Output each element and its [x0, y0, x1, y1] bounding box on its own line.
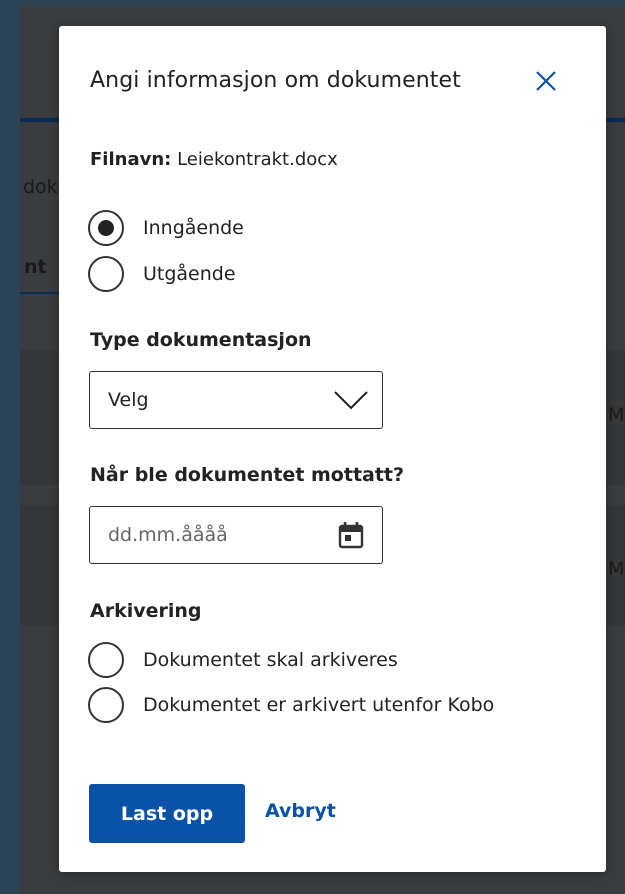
- upload-button[interactable]: Last opp: [89, 784, 245, 843]
- radio-incoming[interactable]: Inngående: [88, 210, 244, 246]
- radio-button[interactable]: [88, 687, 124, 723]
- radio-button[interactable]: [88, 256, 124, 292]
- radio-button[interactable]: [88, 642, 124, 678]
- close-icon: [536, 71, 556, 91]
- radio-archived-outside[interactable]: Dokumentet er arkivert utenfor Kobo: [88, 687, 494, 723]
- calendar-icon[interactable]: [338, 521, 364, 549]
- received-date-label: Når ble dokumentet mottatt?: [90, 464, 405, 486]
- doc-type-label: Type dokumentasjon: [90, 329, 312, 351]
- background-tab-underline: [20, 292, 60, 294]
- dialog-title: Angi informasjon om dokumentet: [90, 68, 461, 93]
- background-header: [20, 0, 625, 6]
- received-date-input[interactable]: [108, 524, 308, 546]
- doc-type-value: Velg: [108, 389, 149, 411]
- radio-archive-now[interactable]: Dokumentet skal arkiveres: [88, 642, 398, 678]
- background-text-fragment: M: [608, 404, 625, 426]
- chevron-down-icon: [334, 391, 368, 410]
- doc-type-select[interactable]: Velg: [89, 371, 383, 429]
- filename-label: Filnavn:: [90, 149, 172, 170]
- received-date-field[interactable]: [89, 506, 383, 564]
- radio-label: Utgående: [143, 263, 236, 285]
- filename-value: Leiekontrakt.docx: [177, 149, 338, 170]
- radio-label: Inngående: [143, 217, 244, 239]
- radio-selected-dot: [98, 220, 114, 236]
- background-text-fragment: dok: [23, 176, 58, 198]
- close-button[interactable]: [531, 66, 561, 96]
- background-sidebar: [0, 0, 20, 894]
- radio-label: Dokumentet skal arkiveres: [143, 649, 398, 671]
- cancel-button[interactable]: Avbryt: [265, 800, 336, 822]
- radio-label: Dokumentet er arkivert utenfor Kobo: [143, 694, 495, 716]
- background-text-fragment: nt: [24, 256, 47, 278]
- filename-line: Filnavn: Leiekontrakt.docx: [90, 149, 338, 170]
- archiving-label: Arkivering: [90, 600, 202, 622]
- radio-outgoing[interactable]: Utgående: [88, 256, 236, 292]
- upload-document-dialog: Angi informasjon om dokumentet Filnavn: …: [59, 26, 606, 872]
- background-text-fragment: M: [608, 558, 625, 580]
- radio-button[interactable]: [88, 210, 124, 246]
